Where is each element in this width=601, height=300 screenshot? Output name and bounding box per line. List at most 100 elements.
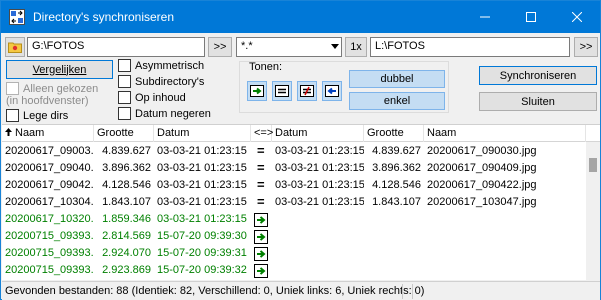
right-path-input[interactable]: L:\FOTOS: [370, 37, 570, 57]
table-row[interactable]: 20200715_09393... 2.924.070 15-07-20 09:39…: [2, 245, 586, 263]
cell-rname: 20200617_090409.jpg: [427, 162, 537, 174]
cell-lname: 20200617_09040...: [5, 162, 94, 174]
checkbox-box: [118, 59, 131, 72]
cell-ldate: 03-03-21 01:23:15: [157, 179, 247, 191]
minimize-button[interactable]: [462, 1, 508, 33]
table-row[interactable]: 20200617_10304... 1.843.107 03-03-21 01:23…: [2, 194, 586, 212]
cell-rdate: 03-03-21 01:23:15: [275, 196, 364, 208]
ignore-date-label: Datum negeren: [135, 107, 211, 120]
cell-lsize: 4.128.546: [102, 179, 151, 191]
table-row[interactable]: 20200617_09042... 4.128.546 03-03-21 01:23…: [2, 177, 586, 195]
cell-rsize: 3.896.362: [372, 162, 421, 174]
cell-ldate: 03-03-21 01:23:15: [157, 145, 247, 157]
cell-ldate: 03-03-21 01:23:15: [157, 162, 247, 174]
maximize-icon: [526, 12, 536, 22]
col-compare[interactable]: <=>: [251, 125, 273, 142]
mask-value: *.*: [241, 40, 253, 52]
checkbox-box: [118, 75, 131, 88]
right-browse-button[interactable]: >>: [574, 37, 598, 57]
cell-lsize: 2.814.569: [102, 230, 151, 242]
cell-rdate: [272, 262, 364, 280]
close-button[interactable]: [554, 1, 600, 33]
vertical-scrollbar[interactable]: [586, 142, 600, 281]
once-button[interactable]: 1x: [345, 37, 367, 57]
cell-ldate: 15-07-20 09:39:32: [157, 264, 247, 276]
col-left-size[interactable]: Grootte: [94, 125, 154, 142]
empty-dirs-label: Lege dirs: [23, 109, 69, 122]
app-icon: [9, 9, 25, 25]
ignore-date-checkbox[interactable]: Datum negeren: [118, 107, 211, 120]
minimize-icon: [480, 16, 490, 18]
status-separator: [412, 284, 413, 299]
show-left-to-right-button[interactable]: [247, 81, 267, 101]
table-header: Naam Grootte Datum <=> Datum Grootte Naa…: [2, 125, 600, 142]
maximize-button[interactable]: [508, 1, 554, 33]
col-right-size[interactable]: Grootte: [364, 125, 424, 142]
table-row[interactable]: 20200617_09040... 3.896.362 03-03-21 01:23…: [2, 160, 586, 178]
status-text: Gevonden bestanden: 88 (Identiek: 82, Ve…: [5, 285, 425, 297]
subdirs-label: Subdirectory's: [135, 75, 205, 88]
copy-right-icon: [254, 230, 268, 244]
cell-rdate: [272, 245, 364, 263]
copy-right-icon: [254, 247, 268, 261]
equal-icon: [275, 85, 289, 97]
table-row[interactable]: 20200715_09393... 2.923.869 15-07-20 09:39…: [2, 262, 586, 280]
cell-lsize: 2.923.869: [102, 264, 151, 276]
left-browse-button[interactable]: >>: [208, 37, 232, 57]
copy-right-icon: [254, 213, 268, 227]
chevron-down-icon: [331, 44, 339, 49]
cell-rsize: 1.843.107: [372, 196, 421, 208]
sync-window: Directory's synchroniseren G:\FOTOS >> *…: [0, 0, 601, 300]
equal-icon: =: [257, 194, 265, 209]
cell-ldate: 03-03-21 01:23:15: [157, 213, 247, 225]
checkbox-box: [6, 82, 19, 95]
cell-lname: 20200617_10320...: [5, 213, 94, 225]
scroll-thumb[interactable]: [589, 158, 597, 172]
col-right-date[interactable]: Datum: [272, 125, 364, 142]
cell-lsize: 4.839.627: [102, 145, 151, 157]
compare-label: Vergelijken: [32, 63, 87, 76]
cell-rname: 20200617_103047.jpg: [427, 196, 537, 208]
cell-lname: 20200617_09003...: [5, 145, 94, 157]
table-row[interactable]: 20200617_09003... 4.839.627 03-03-21 01:23…: [2, 143, 586, 161]
compare-button[interactable]: Vergelijken: [6, 60, 113, 79]
title-bar: Directory's synchroniseren: [1, 1, 600, 33]
mask-combo[interactable]: *.*: [236, 37, 342, 57]
cell-rsize: 4.128.546: [372, 179, 421, 191]
cell-lname: 20200617_10304...: [5, 196, 94, 208]
cell-rname: 20200617_090030.jpg: [427, 145, 537, 157]
by-content-checkbox[interactable]: Op inhoud: [118, 91, 186, 104]
equal-icon: =: [257, 143, 265, 158]
only-selected-sub-label: (in hoofdvenster): [6, 95, 89, 107]
asymmetric-checkbox[interactable]: Asymmetrisch: [118, 59, 204, 72]
col-right-name[interactable]: Naam: [424, 125, 586, 142]
table-row[interactable]: 20200715_09393... 2.814.569 15-07-20 09:39…: [2, 228, 586, 246]
subdirs-checkbox[interactable]: Subdirectory's: [118, 75, 204, 88]
arrow-left-icon: [325, 85, 339, 97]
cell-rsize: 4.839.627: [372, 145, 421, 157]
cell-lsize: 3.896.362: [102, 162, 151, 174]
only-selected-checkbox[interactable]: Alleen gekozen: [6, 82, 98, 95]
not-equal-icon: [300, 85, 314, 97]
cell-ldate: 15-07-20 09:39:31: [157, 247, 247, 259]
close-dialog-button[interactable]: Sluiten: [479, 92, 597, 111]
table-row[interactable]: 20200617_10320... 1.859.346 03-03-21 01:23…: [2, 211, 586, 229]
show-label: Tonen:: [249, 61, 283, 73]
left-folder-button[interactable]: [5, 37, 25, 57]
col-left-date[interactable]: Datum: [154, 125, 251, 142]
show-right-to-left-button[interactable]: [322, 81, 342, 101]
col-left-name[interactable]: Naam: [2, 125, 94, 142]
empty-dirs-checkbox[interactable]: Lege dirs: [6, 109, 68, 122]
by-content-label: Op inhoud: [135, 91, 186, 104]
synchronize-button[interactable]: Synchroniseren: [479, 66, 597, 85]
cell-ldate: 15-07-20 09:39:30: [157, 230, 247, 242]
cell-rsize: [364, 245, 424, 263]
show-equal-button[interactable]: [272, 81, 292, 101]
left-path-input[interactable]: G:\FOTOS: [27, 37, 205, 57]
single-button[interactable]: enkel: [349, 92, 445, 110]
copy-right-icon: [254, 264, 268, 278]
show-different-button[interactable]: [297, 81, 317, 101]
double-button[interactable]: dubbel: [349, 70, 445, 88]
cell-rsize: [364, 211, 424, 229]
file-table: Naam Grootte Datum <=> Datum Grootte Naa…: [2, 124, 600, 281]
